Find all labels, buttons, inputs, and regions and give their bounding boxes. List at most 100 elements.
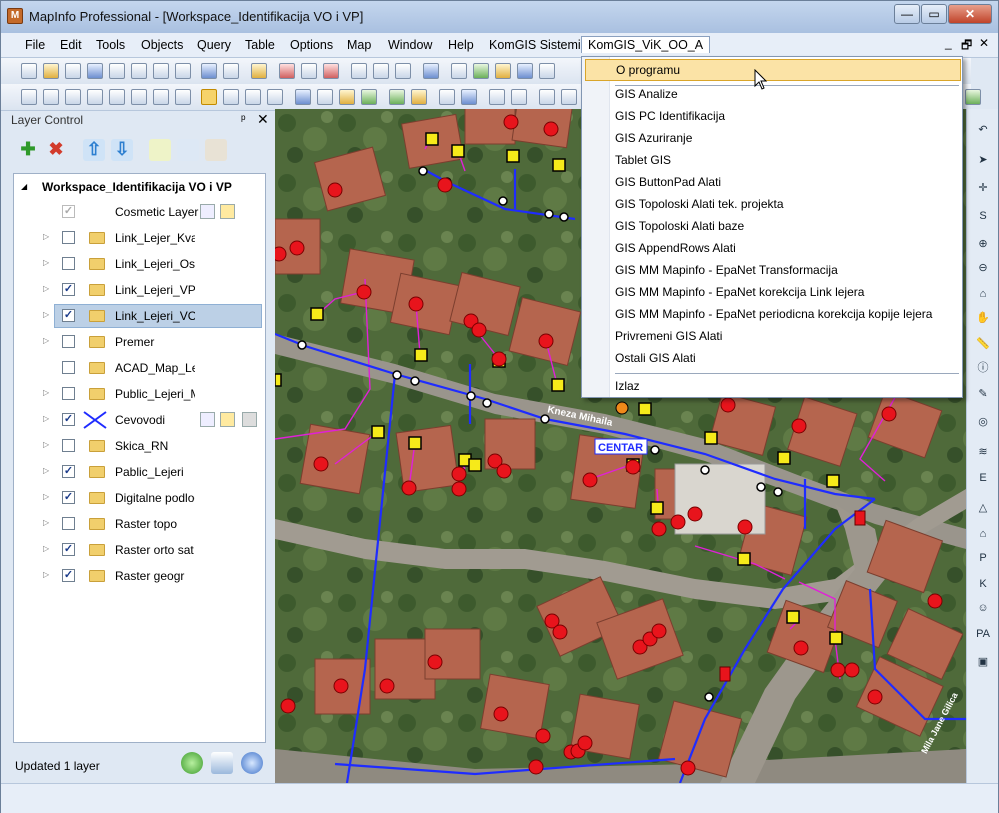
expand-icon[interactable]: ▷	[43, 310, 49, 319]
menu-item-gis-pc-identifikacija[interactable]: GIS PC Identifikacija	[615, 109, 725, 123]
export-icon[interactable]	[223, 63, 239, 79]
undo-icon[interactable]	[423, 63, 439, 79]
menu-item-gis-buttonpad-alati[interactable]: GIS ButtonPad Alati	[615, 175, 721, 189]
new-table-icon[interactable]	[21, 63, 37, 79]
s-tool-icon[interactable]: S	[974, 207, 992, 225]
copy-icon[interactable]	[373, 63, 389, 79]
polygon-icon[interactable]: △	[974, 499, 992, 517]
expand-icon[interactable]: ▷	[43, 258, 49, 267]
expand-icon[interactable]: ▷	[43, 388, 49, 397]
layer-visibility-checkbox[interactable]	[62, 439, 75, 452]
layer-row[interactable]: ▷ Link_Lejeri_Ostali	[14, 252, 265, 276]
expand-icon[interactable]: ▷	[43, 544, 49, 553]
layer-options-icon[interactable]	[211, 752, 233, 774]
menu-item-gis-azuriranje[interactable]: GIS Azuriranje	[615, 131, 692, 145]
paste-icon[interactable]	[395, 63, 411, 79]
menu-file[interactable]: File	[25, 38, 45, 52]
pin-icon[interactable]: ᵖ	[241, 112, 246, 126]
layer-visibility-checkbox[interactable]	[62, 387, 75, 400]
reshape-icon[interactable]	[561, 89, 577, 105]
expand-icon[interactable]: ▷	[43, 466, 49, 475]
menu-komgis-sistemi[interactable]: KomGIS Sistemi	[489, 38, 581, 52]
menu-table[interactable]: Table	[245, 38, 275, 52]
zoom-in-icon[interactable]	[201, 89, 217, 105]
layer-visibility-checkbox[interactable]	[62, 257, 75, 270]
layer-visibility-checkbox[interactable]: ✓	[62, 569, 75, 582]
boundary-select-icon[interactable]	[109, 89, 125, 105]
legend-icon[interactable]	[439, 89, 455, 105]
display-options-icon[interactable]	[177, 139, 199, 161]
folder-icon[interactable]	[251, 63, 267, 79]
layer-visibility-checkbox[interactable]: ✓	[62, 413, 75, 426]
save-workspace-icon[interactable]	[201, 63, 217, 79]
edit-layer-icon[interactable]	[200, 204, 215, 219]
new-browser-icon[interactable]	[451, 63, 467, 79]
menu-query[interactable]: Query	[197, 38, 231, 52]
remove-layer-icon[interactable]: ✖	[45, 139, 67, 161]
menu-item-tablet-gis[interactable]: Tablet GIS	[615, 153, 671, 167]
expand-icon[interactable]: ▷	[43, 232, 49, 241]
layer-visibility-checkbox[interactable]: ✓	[62, 205, 75, 218]
layer-properties-icon[interactable]	[149, 139, 171, 161]
target-icon[interactable]: ◎	[974, 413, 992, 431]
layer-row[interactable]: ▷ ✓ Link_Lejeri_VP	[14, 278, 265, 302]
change-view-icon[interactable]	[245, 89, 261, 105]
move-up-icon[interactable]: ⇧	[83, 139, 105, 161]
menu-tools[interactable]: Tools	[96, 38, 125, 52]
new-mapper-icon[interactable]	[473, 63, 489, 79]
layer-visibility-checkbox[interactable]: ✓	[62, 543, 75, 556]
layout-icon[interactable]	[279, 63, 295, 79]
select-arrow-icon[interactable]: ➤	[974, 151, 992, 169]
layer-control-icon[interactable]	[389, 89, 405, 105]
layer-visibility-checkbox[interactable]: ✓	[62, 309, 75, 322]
layer-visibility-checkbox[interactable]: ✓	[62, 283, 75, 296]
layer-row[interactable]: ACAD_Map_Lejeri	[14, 356, 265, 380]
menu-item-izlaz[interactable]: Izlaz	[615, 379, 640, 393]
select-arrow-icon[interactable]	[21, 89, 37, 105]
save-icon[interactable]	[87, 63, 103, 79]
selectable-icon[interactable]	[220, 412, 235, 427]
zoom-out-icon[interactable]	[223, 89, 239, 105]
minimize-button[interactable]: —	[894, 4, 920, 24]
layer-row[interactable]: ▷ Link_Lejer_Kvar	[14, 226, 265, 250]
p-tool-icon[interactable]: P	[974, 549, 992, 567]
marquee-select-icon[interactable]	[43, 89, 59, 105]
open-workspace-icon[interactable]	[65, 63, 81, 79]
menu-item-appendrows[interactable]: GIS AppendRows Alati	[615, 241, 736, 255]
expand-icon[interactable]: ▷	[43, 414, 49, 423]
menu-map[interactable]: Map	[347, 38, 371, 52]
label-options-icon[interactable]	[205, 139, 227, 161]
help-icon[interactable]	[241, 752, 263, 774]
layer-visibility-checkbox[interactable]	[62, 335, 75, 348]
info-icon[interactable]: ⓘ	[974, 359, 992, 377]
maximize-button[interactable]: ▭	[921, 4, 947, 24]
grabber-hand-icon[interactable]: ✋	[974, 309, 992, 327]
print-icon[interactable]	[301, 63, 317, 79]
invert-selection-icon[interactable]	[153, 89, 169, 105]
label-tool-icon[interactable]	[339, 89, 355, 105]
layer-row[interactable]: ▷ Raster topo	[14, 512, 265, 536]
layer-visibility-checkbox[interactable]	[62, 231, 75, 244]
menu-item-epanet-transformacija[interactable]: GIS MM Mapinfo - EpaNet Transformacija	[615, 263, 838, 277]
layer-visibility-checkbox[interactable]	[62, 517, 75, 530]
clip-region-icon[interactable]	[489, 89, 505, 105]
zoom-out-icon[interactable]: ⊖	[974, 259, 992, 277]
layer-row[interactable]: ▷ ✓ Cevovodi	[14, 408, 265, 432]
menu-options[interactable]: Options	[290, 38, 333, 52]
menu-komgis-vik[interactable]: KomGIS_ViK_OO_A	[581, 36, 711, 53]
expand-icon[interactable]: ▷	[43, 440, 49, 449]
redistrict-icon[interactable]	[539, 63, 555, 79]
layer-row[interactable]: ▷ ✓ Pablic_Lejeri	[14, 460, 265, 484]
mapinfo-icon[interactable]: M	[7, 8, 23, 24]
menu-edit[interactable]: Edit	[60, 38, 82, 52]
show-hide-icon[interactable]	[539, 89, 555, 105]
pa-tool-icon[interactable]: PA	[974, 625, 992, 643]
move-down-icon[interactable]: ⇩	[111, 139, 133, 161]
mdi-restore-button[interactable]: 🗗	[961, 36, 972, 57]
mdi-close-button[interactable]: ✕	[979, 36, 989, 50]
save-icon[interactable]: ▣	[974, 653, 992, 671]
workspace-node[interactable]: Workspace_Identifikacija VO i VP	[42, 180, 232, 194]
layer-row[interactable]: ▷ Skica_RN	[14, 434, 265, 458]
panel-close-icon[interactable]: ✕	[257, 111, 269, 128]
layers-icon[interactable]: ≋	[974, 443, 992, 461]
